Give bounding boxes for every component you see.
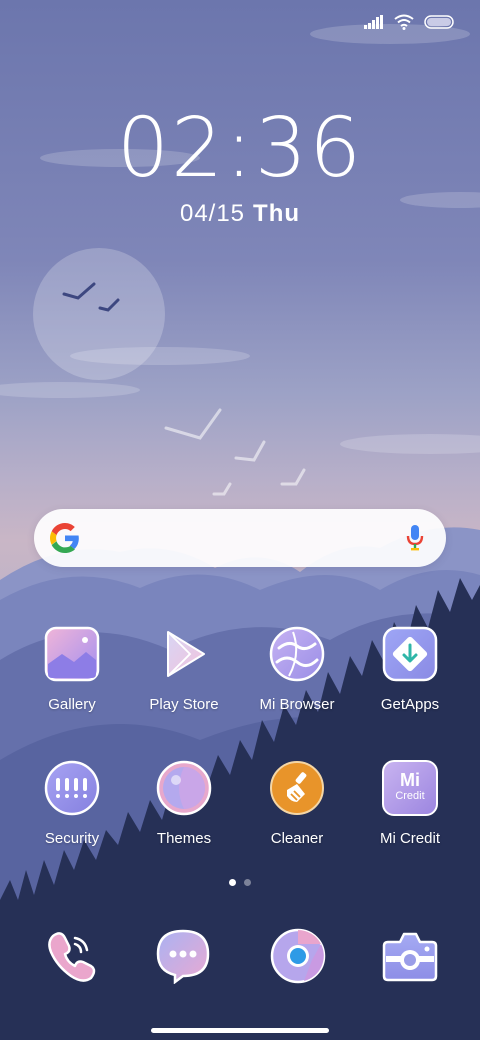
clock-minutes: 36 — [254, 101, 364, 196]
cleaner-icon — [269, 760, 325, 816]
play-store-icon — [156, 626, 212, 682]
app-cleaner[interactable]: Cleaner — [241, 760, 353, 847]
lock-date: 04/15 Thu — [0, 200, 480, 228]
app-label: GetApps — [380, 696, 440, 713]
camera-icon — [382, 932, 438, 982]
moon — [33, 248, 165, 380]
credit-text: Credit — [395, 790, 425, 802]
page-dot-active[interactable] — [229, 879, 236, 886]
security-icon — [44, 760, 100, 816]
app-label: Mi Browser — [259, 696, 335, 713]
dock-chrome[interactable] — [270, 928, 326, 984]
app-label: Security — [44, 830, 100, 847]
day-of-week: Thu — [253, 200, 301, 227]
getapps-icon — [382, 626, 438, 682]
app-label: Themes — [156, 830, 212, 847]
home-gesture-bar[interactable] — [151, 1028, 329, 1033]
dock-phone[interactable] — [43, 928, 99, 984]
app-getapps[interactable]: GetApps — [354, 626, 466, 713]
messages-icon — [156, 929, 210, 985]
battery-icon — [424, 15, 454, 29]
browser-icon — [269, 626, 325, 682]
app-label: Cleaner — [270, 830, 324, 847]
signal-icon — [364, 15, 383, 29]
themes-icon — [156, 760, 212, 816]
google-search-bar[interactable] — [34, 509, 446, 567]
microphone-icon[interactable] — [406, 524, 424, 552]
phone-icon — [48, 932, 96, 982]
clock-separator: : — [225, 101, 255, 196]
chrome-icon — [270, 928, 326, 984]
app-security[interactable]: Security — [16, 760, 128, 847]
mi-credit-icon: Mi Credit — [382, 760, 438, 816]
status-bar — [364, 10, 454, 34]
app-mi-credit[interactable]: Mi Credit Mi Credit — [354, 760, 466, 847]
app-label: Play Store — [149, 696, 219, 713]
page-indicator[interactable] — [0, 879, 480, 886]
dock-messages[interactable] — [155, 928, 211, 985]
app-mi-browser[interactable]: Mi Browser — [241, 626, 353, 713]
app-themes[interactable]: Themes — [128, 760, 240, 847]
dock-camera[interactable] — [382, 928, 438, 984]
app-label: Gallery — [48, 696, 96, 713]
app-label: Mi Credit — [379, 830, 440, 847]
google-g-icon — [50, 523, 79, 553]
app-gallery[interactable]: Gallery — [16, 626, 128, 713]
lock-clock: 02:36 — [0, 104, 480, 194]
gallery-icon — [44, 626, 100, 682]
page-dot[interactable] — [244, 879, 251, 886]
app-play-store[interactable]: Play Store — [128, 626, 240, 713]
wifi-icon — [394, 14, 414, 30]
date-text: 04/15 — [179, 200, 246, 227]
mi-logo-text: Mi — [400, 770, 420, 790]
clock-hours: 02 — [116, 101, 226, 196]
